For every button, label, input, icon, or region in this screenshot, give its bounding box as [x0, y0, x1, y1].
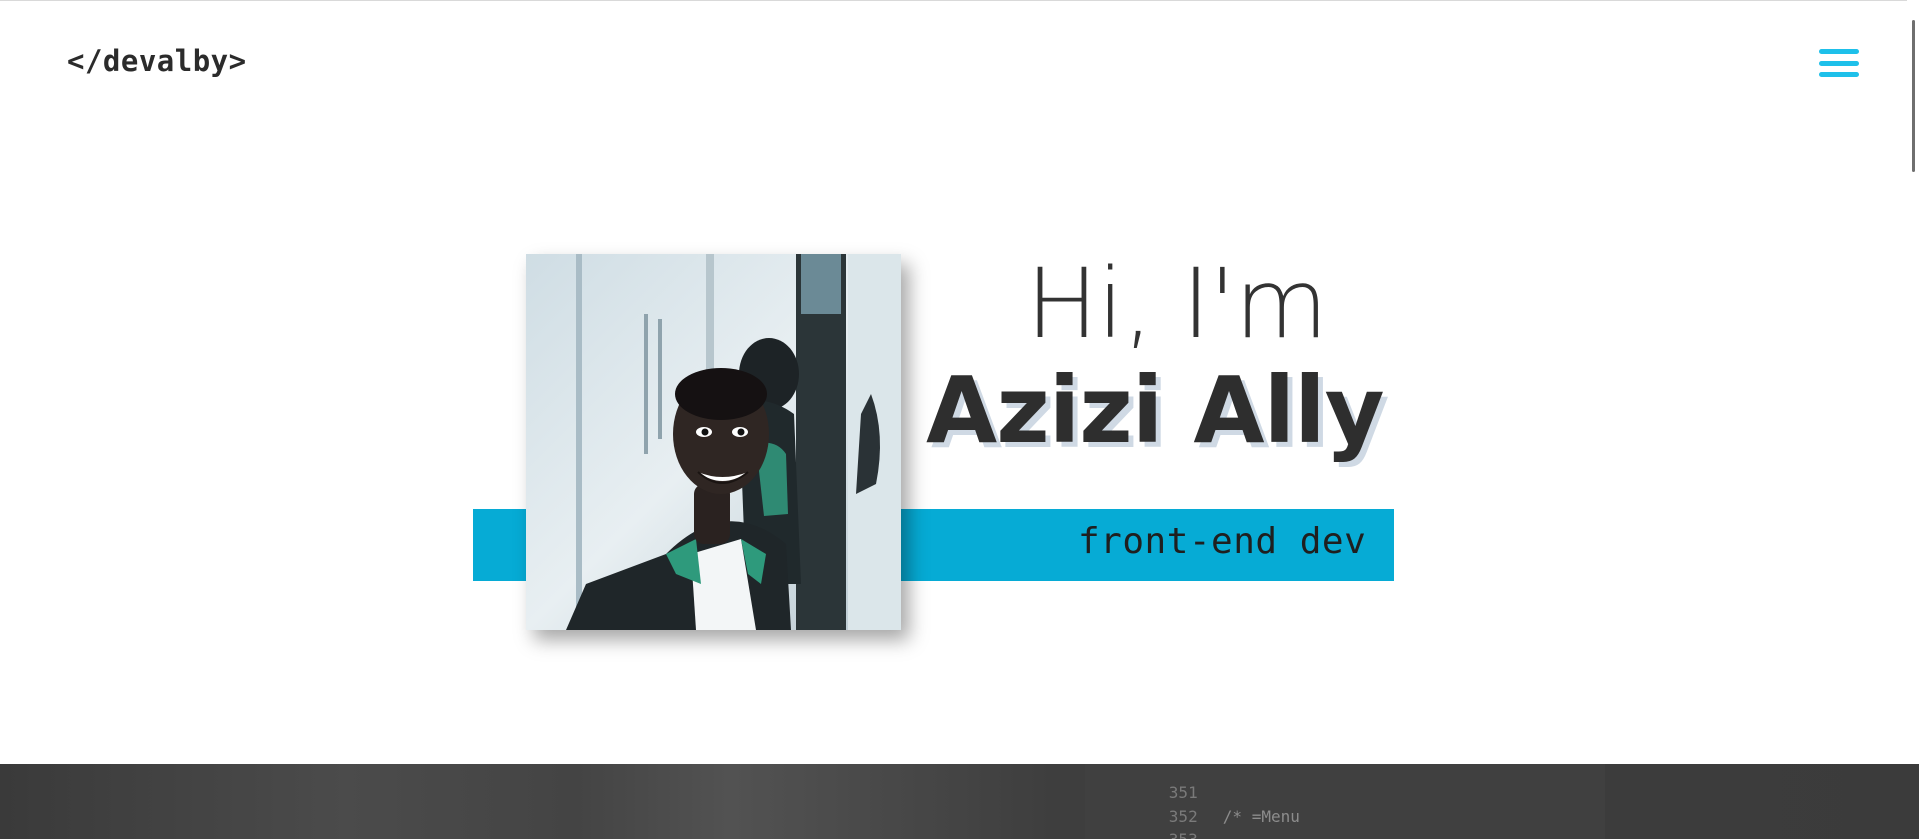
code-line: 351: [1111, 764, 1223, 802]
menu-bar-middle: [1819, 60, 1859, 66]
code-line: 352/* =Menu: [1111, 788, 1300, 826]
page-top-border: [0, 0, 1919, 1]
menu-bar-bottom: [1819, 72, 1859, 77]
code-banner: 351 352/* =Menu 353---------------------…: [0, 764, 1919, 839]
menu-bar-top: [1819, 49, 1859, 54]
code-line-text: ----------------------------: [1223, 830, 1493, 839]
profile-photo: [526, 254, 901, 630]
code-line-number: 353: [1169, 830, 1223, 839]
code-line: 353----------------------------: [1111, 811, 1493, 839]
code-snippet-panel: 351 352/* =Menu 353---------------------…: [1085, 764, 1605, 839]
greeting-heading: Hi, I'm: [1026, 248, 1328, 360]
hamburger-menu-icon[interactable]: [1816, 44, 1862, 82]
site-logo[interactable]: </devalby>: [67, 44, 247, 78]
role-text: front-end dev: [1078, 521, 1367, 562]
profile-photo-illustration: [526, 254, 901, 630]
name-heading: Azizi Ally: [926, 357, 1385, 464]
scrollbar-thumb[interactable]: [1912, 20, 1915, 172]
